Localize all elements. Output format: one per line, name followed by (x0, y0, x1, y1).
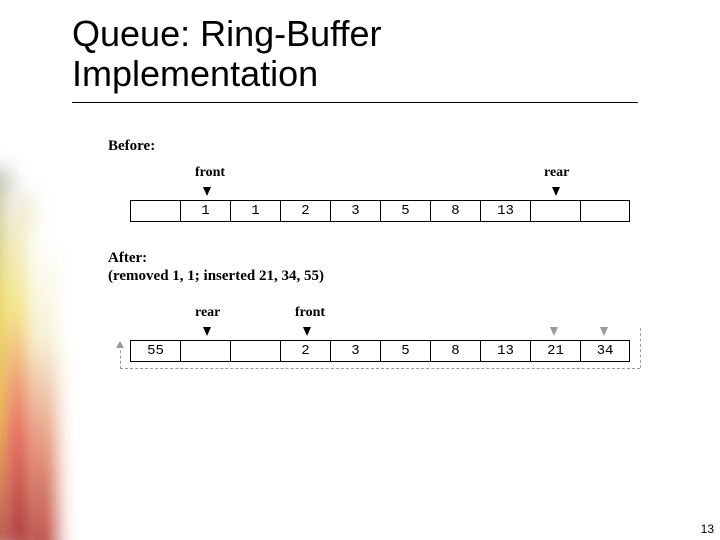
cell (580, 200, 630, 222)
cell: 2 (280, 200, 330, 222)
wrap-indicator-arrow (600, 327, 608, 336)
cell: 8 (430, 200, 480, 222)
cell: 21 (530, 340, 580, 362)
wrap-path (120, 345, 122, 369)
rear-label-1: rear (544, 165, 569, 181)
cell: 34 (580, 340, 630, 362)
cell (130, 200, 180, 222)
buffer-after: 55 2 3 5 8 13 21 34 (130, 340, 630, 362)
cell (530, 200, 580, 222)
decorative-sidebar (0, 170, 60, 540)
page-title: Queue: Ring-Buffer Implementation (72, 14, 382, 93)
wrap-path (120, 368, 640, 370)
title-underline (72, 102, 638, 103)
rear-arrow-2 (203, 327, 211, 336)
cell: 2 (280, 340, 330, 362)
title-line-2: Implementation (72, 53, 318, 94)
buffer-before: 1 1 2 3 5 8 13 (130, 200, 630, 222)
cell: 1 (230, 200, 280, 222)
front-arrow-1 (203, 187, 211, 196)
wrap-indicator-arrow (550, 327, 558, 336)
title-line-1: Queue: Ring-Buffer (72, 13, 382, 54)
cell (230, 340, 280, 362)
rear-arrow-1 (552, 187, 560, 196)
cell: 5 (380, 200, 430, 222)
cell: 3 (330, 340, 380, 362)
front-arrow-2 (303, 327, 311, 336)
rear-label-2: rear (195, 305, 220, 321)
cell (180, 340, 230, 362)
cell: 13 (480, 340, 530, 362)
cell: 3 (330, 200, 380, 222)
cell: 5 (380, 340, 430, 362)
front-label-2: front (295, 305, 325, 321)
cell: 8 (430, 340, 480, 362)
after-detail: (removed 1, 1; inserted 21, 34, 55) (108, 268, 324, 285)
cell: 1 (180, 200, 230, 222)
front-label-1: front (195, 165, 225, 181)
wrap-arrowhead-icon (116, 341, 124, 348)
page-number: 13 (701, 522, 714, 536)
cell: 55 (130, 340, 180, 362)
after-label: After: (108, 250, 147, 267)
cell: 13 (480, 200, 530, 222)
before-label: Before: (108, 138, 155, 155)
